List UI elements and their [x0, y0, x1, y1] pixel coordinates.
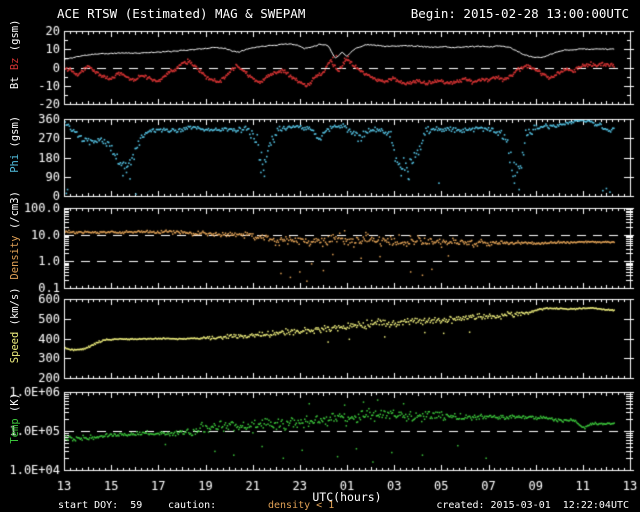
ylabel-part: Speed	[9, 331, 21, 364]
created-timestamp: created: 2015-03-01 12:22:04UTC	[436, 500, 629, 511]
y-axis-label-bt-bz: Bt Bz (gsm)	[0, 20, 33, 115]
begin-timestamp: Begin: 2015-02-28 13:00:00UTC	[410, 6, 629, 21]
ace-rtsw-plot: ACE RTSW (Estimated) MAG & SWEPAM Begin:…	[0, 0, 640, 512]
y-axis-label-temp: Temp (K)	[0, 393, 33, 469]
ylabel-part: (gsm)	[9, 115, 21, 154]
ylabel-part: Bz	[9, 57, 21, 71]
caution-label: caution:	[168, 500, 217, 511]
ylabel-part: (km/s)	[9, 287, 21, 332]
ylabel-part: (gsm)	[9, 19, 21, 58]
plot-title: ACE RTSW (Estimated) MAG & SWEPAM	[57, 6, 306, 21]
ylabel-part: Phi	[9, 153, 21, 173]
y-axis-label-phi: Phi (gsm)	[0, 116, 33, 198]
ylabel-part: Bt	[9, 70, 21, 90]
caution-value: density < 1	[268, 500, 335, 511]
ylabel-part: (K)	[9, 393, 21, 419]
chart-canvas	[0, 0, 640, 512]
ylabel-part: Density	[9, 235, 21, 280]
start-doy-label: start DOY: 59	[58, 500, 143, 511]
y-axis-label-speed: Speed (km/s)	[0, 287, 33, 388]
ylabel-part: (/cm3)	[9, 191, 21, 236]
ylabel-part: Temp	[9, 418, 21, 444]
